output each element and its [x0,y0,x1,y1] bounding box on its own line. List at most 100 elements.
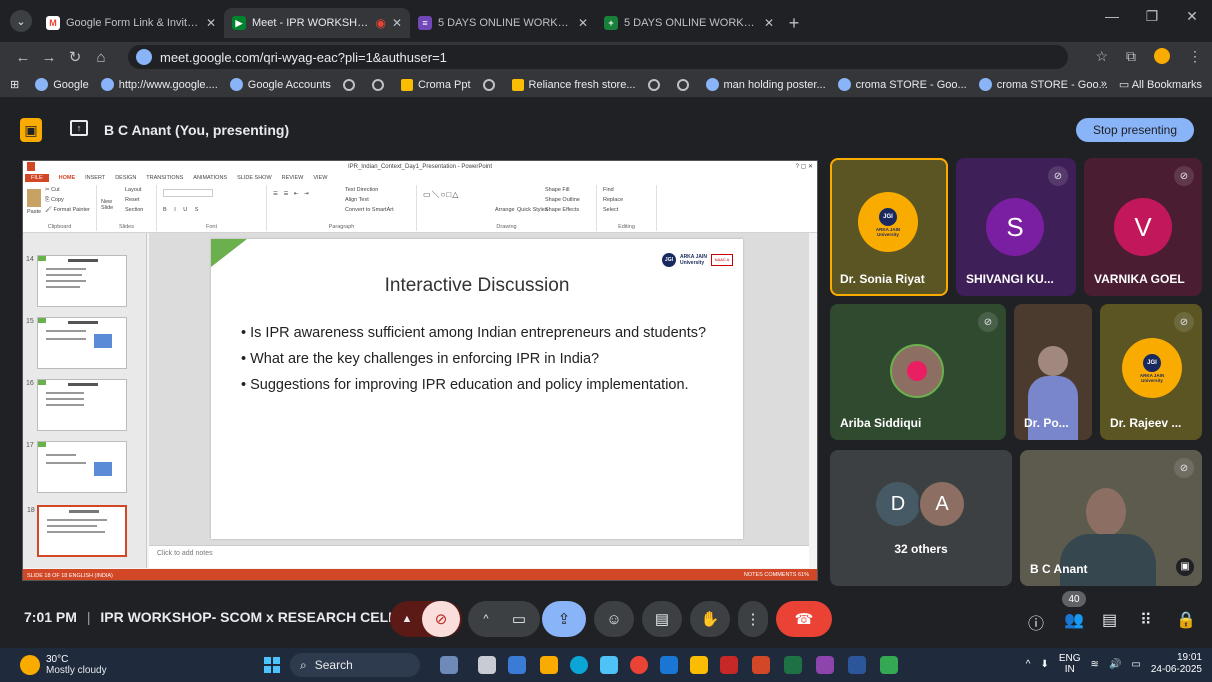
new-slide-button[interactable]: New Slide [101,199,121,211]
bookmark-croma-store[interactable]: croma STORE - Goo... [978,78,1108,91]
shape-effects-button[interactable]: Shape Effects [545,207,579,213]
current-slide[interactable]: JGI ARKA JAIN University NAAC A Interact… [211,239,743,539]
shape-outline-button[interactable]: Shape Outline [545,197,580,203]
captions-button[interactable]: ▤ [642,601,682,637]
menu-home[interactable]: HOME [59,175,76,181]
others-tile[interactable]: D A 32 others [830,450,1012,586]
activities-icon[interactable]: ⠿ [1140,610,1152,630]
people-icon[interactable]: 👥 [1064,610,1084,630]
list-buttons[interactable]: ☰ ☰ ⇤ ⇥ [273,191,311,197]
browser-tab[interactable]: + 5 DAYS ONLINE WORKSHOP O ✕ [596,8,782,38]
slide-thumbnail[interactable]: 17 [26,441,127,493]
taskbar-clock[interactable]: 19:01 24-06-2025 [1151,652,1202,676]
tile-options-icon[interactable]: ▣ [1176,558,1194,576]
close-icon[interactable]: ✕ [392,16,402,30]
close-icon[interactable]: ✕ [764,16,774,30]
bookmark-globe[interactable] [676,78,694,91]
more-options-button[interactable]: ⋮ [738,601,768,637]
language-indicator[interactable]: ENG IN [1059,653,1081,675]
zoom-status[interactable]: NOTES COMMENTS 61% [744,572,809,578]
excel-icon[interactable] [784,656,802,674]
paste-button[interactable]: Paste [27,209,41,215]
taskbar-search[interactable]: ⌕ Search [290,653,420,677]
more-bookmarks-button[interactable]: » [1101,78,1107,91]
paste-icon[interactable] [27,189,41,207]
bookmark-croma-store[interactable]: croma STORE - Goo... [837,78,967,91]
wifi-icon[interactable]: ≋ [1091,659,1099,670]
font-style-buttons[interactable]: B I U S [163,207,201,213]
participant-tile[interactable]: JGI ARKA JAIN University Dr. Sonia Riyat [830,158,948,296]
store-icon[interactable] [600,656,618,674]
menu-review[interactable]: REVIEW [282,175,304,181]
shape-fill-button[interactable]: Shape Fill [545,187,569,193]
self-video-tile[interactable]: ⊘ B C Anant ▣ [1020,450,1202,586]
meeting-details-icon[interactable]: ⓘ [1028,610,1044,634]
powerpoint-icon[interactable] [752,656,770,674]
bookmark-man-holding[interactable]: man holding poster... [705,78,826,91]
select-button[interactable]: Select [603,207,618,213]
bookmark-star-icon[interactable]: ☆ [1095,48,1108,65]
text-direction-button[interactable]: Text Direction [345,187,378,193]
participant-tile[interactable]: ⊘ S SHIVANGI KU... [956,158,1076,296]
extensions-icon[interactable]: ⧉ [1126,48,1136,65]
file-explorer-icon[interactable] [540,656,558,674]
close-icon[interactable]: ✕ [578,16,588,30]
profile-avatar[interactable] [1154,48,1170,64]
bookmark-globe[interactable] [482,78,500,91]
word-icon[interactable] [848,656,866,674]
menu-slide-show[interactable]: SLIDE SHOW [237,175,272,181]
menu-kebab-icon[interactable]: ⋮ [1188,48,1202,65]
widget-app-icon[interactable] [440,656,458,674]
raise-hand-button[interactable]: ✋ [690,601,730,637]
participant-tile[interactable]: ⊘ JGI ARKA JAIN University Dr. Rajeev ... [1100,304,1202,440]
notes-pane[interactable]: Click to add notes [149,545,809,568]
quick-styles-button[interactable]: Quick Styles [517,207,548,213]
camera-options-chevron-icon[interactable]: ^ [471,613,501,625]
participant-tile[interactable]: ⊘ Ariba Siddiqui [830,304,1006,440]
tab-search-icon[interactable]: ⌄ [10,10,32,32]
mic-off-button[interactable]: ⊘ [422,601,460,637]
bookmark-google-url[interactable]: http://www.google.... [100,78,218,91]
smartart-button[interactable]: Convert to SmartArt [345,207,394,213]
windows-start-icon[interactable] [264,657,280,673]
present-now-button[interactable]: ⇪ [542,601,586,637]
app-icon[interactable] [880,656,898,674]
bookmark-google[interactable]: Google [35,78,89,91]
chrome-icon[interactable] [630,656,648,674]
bookmark-google-accounts[interactable]: Google Accounts [229,78,331,91]
mic-options-chevron-icon[interactable]: ▲ [392,613,422,625]
volume-icon[interactable]: 🔊 [1109,659,1121,670]
chat-icon[interactable]: ▤ [1102,610,1117,630]
close-window-icon[interactable]: ✕ [1172,8,1212,25]
menu-view[interactable]: VIEW [313,175,327,181]
format-painter-button[interactable]: 🖌 Format Painter [45,207,90,213]
participant-video-tile[interactable]: Dr. Po... [1014,304,1092,440]
align-text-button[interactable]: Align Text [345,197,369,203]
menu-file[interactable]: FILE [25,174,49,182]
copy-button[interactable]: ⎘ Copy [45,197,64,204]
tray-app-icon[interactable]: ⬇ [1040,659,1048,670]
teams-icon[interactable] [508,656,526,674]
replace-button[interactable]: Replace [603,197,623,203]
section-button[interactable]: Section [125,207,143,213]
arrange-button[interactable]: Arrange [495,207,515,213]
browser-tab[interactable]: ≡ 5 DAYS ONLINE WORKSHOP O ✕ [410,8,596,38]
stop-presenting-button[interactable]: Stop presenting [1076,118,1194,142]
all-bookmarks-button[interactable]: ▭ All Bookmarks [1119,78,1202,91]
restore-icon[interactable]: ❐ [1132,8,1172,25]
layout-button[interactable]: Layout [125,187,142,193]
minimize-icon[interactable]: — [1092,8,1132,25]
back-icon[interactable]: ← [10,49,36,66]
home-icon[interactable]: ⌂ [88,49,114,66]
close-icon[interactable]: ✕ [206,16,216,30]
presentation-pin-icon[interactable]: ▣ [20,118,42,142]
slide-thumbnail[interactable]: 14 [26,255,127,307]
onenote-icon[interactable] [816,656,834,674]
edge-icon[interactable] [570,656,588,674]
leave-call-button[interactable]: ☎ [776,601,832,637]
task-view-icon[interactable] [478,656,496,674]
bookmark-croma-ppt[interactable]: Croma Ppt [400,78,471,91]
slide-thumbnail[interactable]: 15 [26,317,127,369]
bookmark-globe[interactable] [371,78,389,91]
weather-widget[interactable]: 30°C Mostly cloudy [20,654,107,676]
